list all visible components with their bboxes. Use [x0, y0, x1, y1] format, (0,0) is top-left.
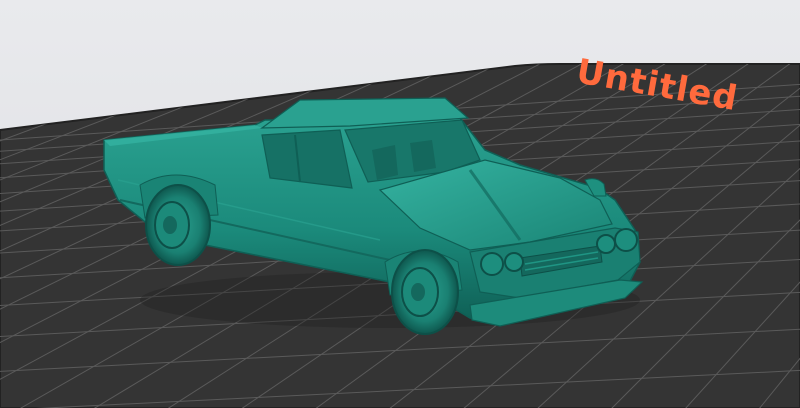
3d-viewport[interactable]: Untitled [0, 0, 800, 408]
rear-wheel [145, 184, 211, 266]
front-wheel [391, 249, 459, 335]
scene-canvas[interactable]: Untitled [0, 0, 800, 408]
